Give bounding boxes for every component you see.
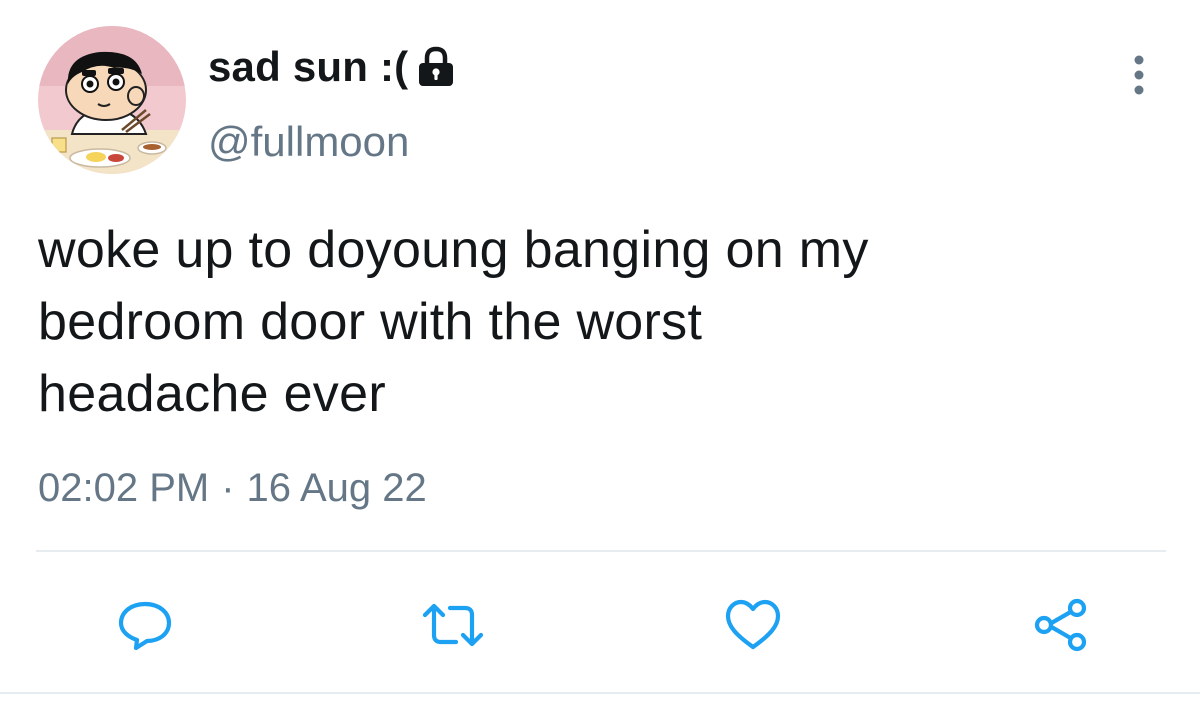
author-header: sad sun :( — [208, 42, 456, 92]
timestamp-separator: · — [221, 466, 235, 510]
bottom-divider — [0, 692, 1200, 694]
avatar-image — [38, 26, 186, 174]
tweet-date: 16 Aug 22 — [246, 466, 427, 510]
lock-icon — [416, 46, 456, 88]
avatar[interactable] — [38, 26, 186, 174]
retweet-button[interactable] — [418, 590, 488, 660]
tweet-time: 02:02 PM — [38, 466, 210, 510]
retweet-icon — [422, 600, 484, 650]
heart-icon — [724, 599, 782, 651]
more-vertical-icon[interactable] — [1124, 50, 1154, 100]
reply-button[interactable] — [110, 590, 180, 660]
reply-icon — [116, 599, 174, 651]
share-icon — [1032, 598, 1090, 652]
display-name[interactable]: sad sun :( — [208, 43, 408, 91]
tweet-card: sad sun :( @fullmoon woke up to doyoung … — [0, 0, 1200, 710]
share-button[interactable] — [1026, 590, 1096, 660]
like-button[interactable] — [718, 590, 788, 660]
tweet-timestamp[interactable]: 02:02 PM · 16 Aug 22 — [38, 466, 427, 511]
divider — [36, 550, 1166, 552]
action-bar — [0, 590, 1200, 660]
username[interactable]: @fullmoon — [208, 118, 409, 166]
tweet-text: woke up to doyoung banging on my bedroom… — [38, 221, 869, 423]
